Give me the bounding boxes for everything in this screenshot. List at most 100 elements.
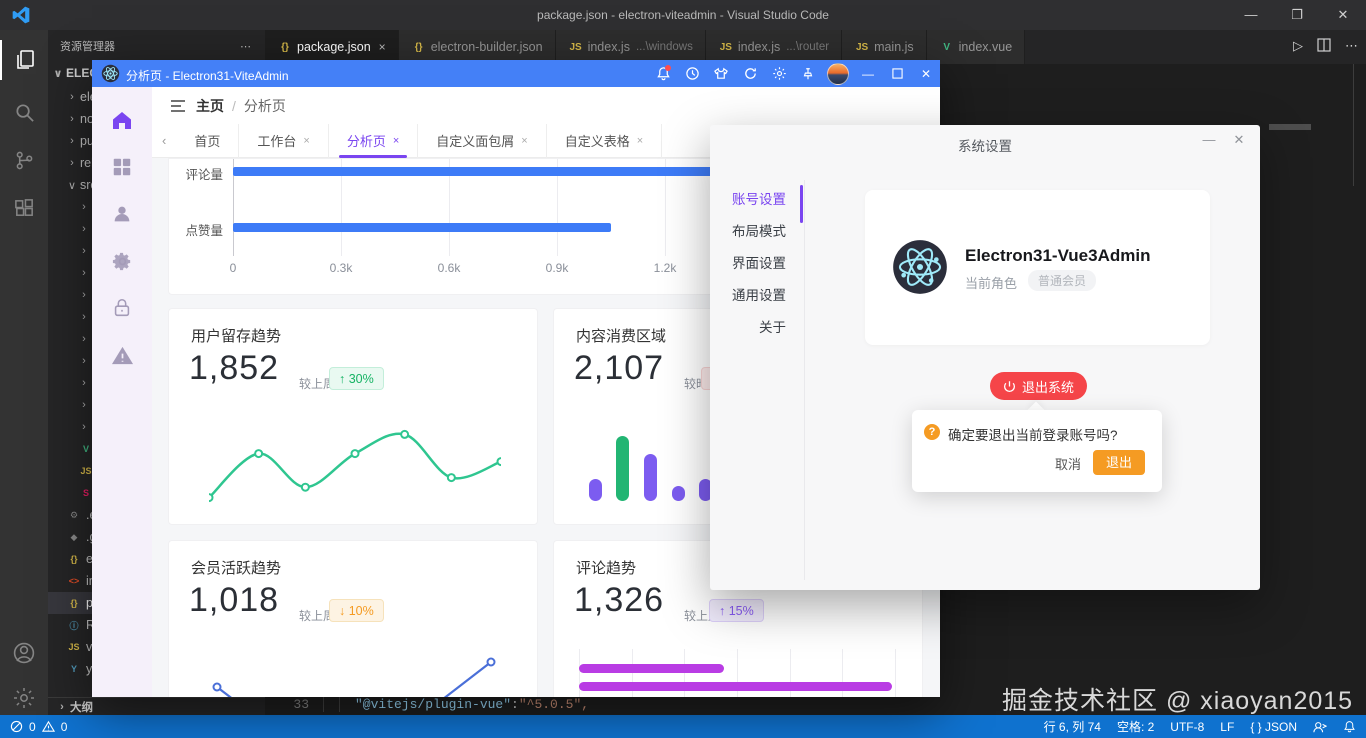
editor-tab-index.js[interactable]: JS index.js ...\router: [705, 30, 843, 64]
more-actions-icon[interactable]: ⋯: [1345, 38, 1358, 54]
problems-status[interactable]: 0 0: [10, 720, 67, 734]
code-value: "^5.0.5",: [518, 696, 590, 712]
tab-close-icon[interactable]: ×: [637, 135, 643, 147]
logout-button[interactable]: 退出系统: [990, 372, 1087, 400]
outline-section[interactable]: › 大纲: [48, 697, 265, 715]
cursor-position[interactable]: 行 6, 列 74: [1044, 718, 1101, 735]
explorer-more-icon[interactable]: ⋯: [240, 30, 251, 64]
pin-icon[interactable]: [798, 64, 818, 84]
info-file-icon: ⓘ: [69, 620, 79, 631]
cancel-button[interactable]: 取消: [1055, 454, 1081, 473]
settings-menu-关于[interactable]: 关于: [710, 316, 786, 336]
app-settings-gear-icon[interactable]: [769, 64, 789, 84]
json-file-icon: {}: [70, 554, 78, 564]
page-tab-工作台[interactable]: 工作台 ×: [239, 123, 329, 158]
gridline: [895, 649, 896, 697]
settings-menu-账号设置[interactable]: 账号设置: [710, 188, 786, 208]
bar-category-label: 评论量: [185, 168, 223, 182]
dashboard-clock-icon[interactable]: [682, 64, 702, 84]
editor-tab-index.vue[interactable]: Vindex.vue: [926, 30, 1026, 64]
feedback-icon[interactable]: [1313, 720, 1327, 734]
warning-icon[interactable]: [109, 342, 135, 368]
chevron-icon: ›: [82, 333, 86, 345]
warnings-icon: [41, 720, 55, 732]
encoding[interactable]: UTF-8: [1170, 720, 1204, 734]
chevron-icon: ›: [82, 267, 86, 279]
split-editor-icon[interactable]: [1317, 38, 1331, 54]
search-icon[interactable]: [0, 92, 48, 132]
activity-bar: [0, 30, 48, 715]
git-file-icon: ◆: [70, 531, 78, 542]
refresh-icon[interactable]: [740, 64, 760, 84]
theme-shirt-icon[interactable]: [711, 64, 731, 84]
chevron-icon: ›: [82, 245, 86, 257]
collapse-menu-icon[interactable]: [170, 99, 186, 113]
vscode-titlebar: package.json - electron-viteadmin - Visu…: [0, 0, 1366, 30]
user-avatar[interactable]: [827, 62, 849, 85]
extensions-icon[interactable]: [0, 188, 48, 228]
chevron-icon: ›: [82, 201, 86, 213]
source-control-icon[interactable]: [0, 140, 48, 180]
settings-menu-通用设置[interactable]: 通用设置: [710, 284, 786, 304]
editor-tab-main.js[interactable]: JS main.js: [842, 30, 927, 64]
home-icon[interactable]: [109, 107, 135, 133]
tab-close-icon[interactable]: ×: [379, 40, 386, 54]
tab-scroll-left-icon[interactable]: ‹: [152, 133, 176, 148]
js-file-icon: JS: [719, 41, 732, 53]
page-tab-分析页[interactable]: 分析页 ×: [329, 123, 419, 158]
settings-menu-界面设置[interactable]: 界面设置: [710, 252, 786, 272]
settings-menu-布局模式[interactable]: 布局模式: [710, 220, 786, 240]
vscode-minimize-button[interactable]: —: [1228, 0, 1274, 30]
breadcrumb-root[interactable]: 主页: [196, 96, 224, 116]
app-close-icon[interactable]: ✕: [916, 64, 936, 84]
chevron-icon: ›: [82, 223, 86, 235]
page-tab-自定义表格[interactable]: 自定义表格 ×: [547, 123, 663, 158]
editor-tab-electron-builder.json[interactable]: {} electron-builder.json: [398, 30, 556, 64]
role-badge: 普通会员: [1028, 270, 1097, 291]
tab-close-icon[interactable]: ×: [521, 135, 527, 147]
settings-close-button[interactable]: ✕: [1226, 129, 1252, 151]
chevron-icon: ›: [82, 421, 86, 433]
run-icon[interactable]: ▷: [1293, 38, 1303, 54]
settings-gear-icon[interactable]: [0, 678, 48, 718]
grid-icon[interactable]: [109, 154, 135, 180]
editor-tab-package.json[interactable]: {} package.json ×: [265, 30, 399, 64]
settings-minimize-button[interactable]: —: [1196, 129, 1222, 151]
lock-icon[interactable]: [109, 295, 135, 321]
app-minimize-icon[interactable]: —: [858, 64, 878, 84]
indentation[interactable]: 空格: 2: [1117, 718, 1154, 735]
account-icon[interactable]: [0, 633, 48, 673]
app-maximize-icon[interactable]: [887, 64, 907, 84]
gear-icon[interactable]: [109, 248, 135, 274]
editor-tab-index.js[interactable]: JS index.js ...\windows: [555, 30, 706, 64]
x-tick-label: 0.6k: [437, 261, 461, 275]
electron-logo-large: [892, 239, 948, 295]
page-tab-首页[interactable]: 首页: [176, 123, 240, 158]
code-key: "@vitejs/plugin-vue": [355, 696, 512, 712]
vue-file-icon: V: [943, 41, 950, 53]
chevron-icon: ∨: [67, 179, 77, 192]
tab-close-icon[interactable]: ×: [303, 135, 309, 147]
vscode-restore-button[interactable]: ❐: [1274, 0, 1320, 30]
explorer-header-label: 资源管理器: [60, 41, 115, 53]
page-tab-自定义面包屑[interactable]: 自定义面包屑 ×: [418, 123, 547, 158]
user-icon[interactable]: [109, 201, 135, 227]
chevron-icon: ›: [82, 355, 86, 367]
explorer-icon[interactable]: [0, 40, 48, 80]
minimap: [1353, 64, 1354, 186]
json-file-icon: {}: [281, 41, 289, 53]
x-tick-label: 0.9k: [545, 261, 569, 275]
confirm-logout-button[interactable]: 退出: [1093, 450, 1145, 475]
eol[interactable]: LF: [1220, 720, 1234, 734]
vscode-close-button[interactable]: ✕: [1320, 0, 1366, 30]
language-mode[interactable]: { } JSON: [1250, 720, 1297, 734]
breadcrumb-current: 分析页: [243, 97, 286, 114]
app-titlebar[interactable]: 分析页 - Electron31-ViteAdmin — ✕: [92, 60, 940, 87]
notification-bell-icon[interactable]: [653, 64, 673, 84]
bar: [672, 486, 685, 501]
role-label: 当前角色: [965, 276, 1018, 291]
tab-close-icon[interactable]: ×: [393, 135, 399, 147]
notifications-bell-icon[interactable]: [1343, 720, 1356, 733]
x-tick-label: 1.2k: [653, 261, 677, 275]
code-colon: :: [511, 696, 519, 712]
